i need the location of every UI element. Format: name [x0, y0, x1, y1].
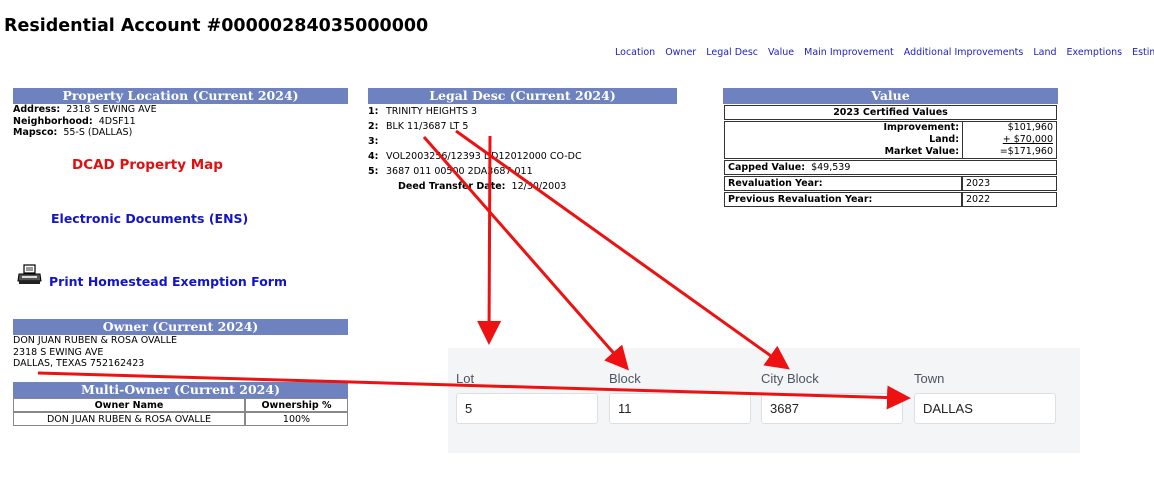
arrow-city-block	[455, 129, 790, 370]
annotation-arrows	[37, 129, 911, 410]
arrow-block	[422, 136, 629, 371]
arrow-town	[37, 371, 911, 410]
arrow-lot	[477, 135, 502, 345]
